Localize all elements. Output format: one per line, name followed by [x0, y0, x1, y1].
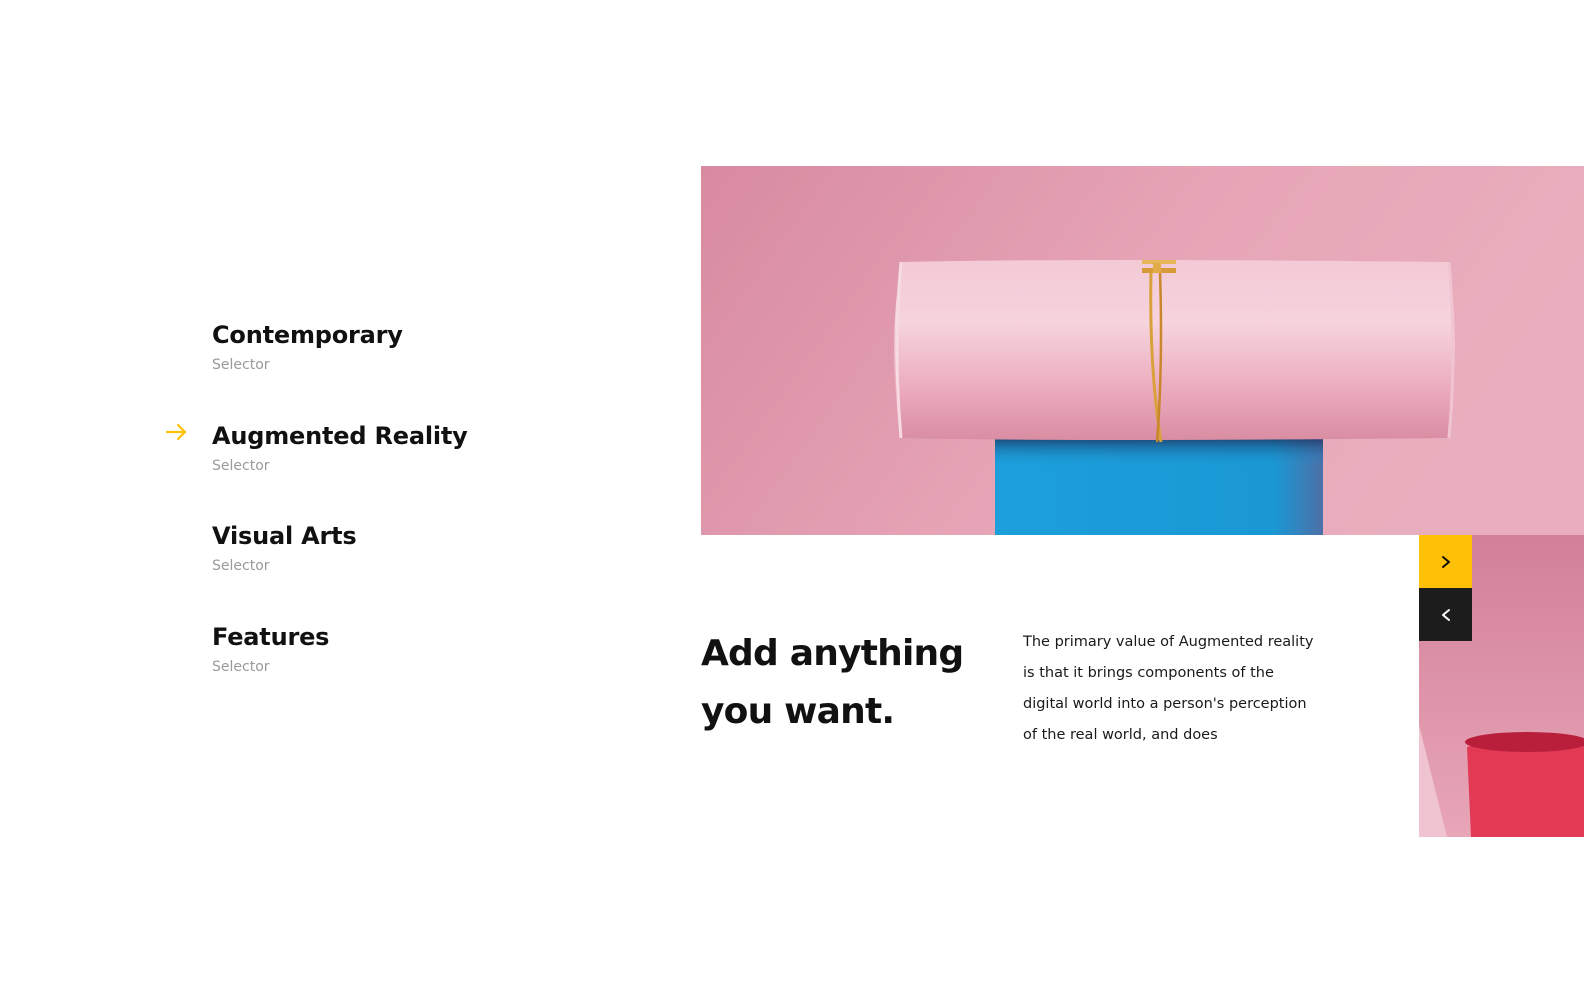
next-slide-button[interactable]	[1419, 535, 1472, 588]
menu-item-features[interactable]: Features Selector	[212, 622, 592, 692]
menu-item-subtitle: Selector	[212, 458, 270, 474]
menu-item-contemporary[interactable]: Contemporary Selector	[212, 320, 592, 390]
previous-slide-button[interactable]	[1419, 588, 1472, 641]
selector-menu: Contemporary Selector Augmented Reality …	[0, 0, 640, 1002]
slide-image	[701, 166, 1584, 535]
menu-item-title: Features	[212, 623, 330, 651]
slide-description: The primary value of Augmented reality i…	[1023, 634, 1314, 743]
arrow-right-icon	[166, 423, 187, 441]
menu-item-title: Visual Arts	[212, 522, 357, 550]
chevron-right-icon	[1441, 555, 1450, 568]
menu-item-subtitle: Selector	[212, 659, 270, 675]
menu-item-title: Augmented Reality	[212, 422, 468, 450]
menu-item-augmented-reality[interactable]: Augmented Reality Selector	[212, 421, 592, 491]
menu-item-subtitle: Selector	[212, 558, 270, 574]
slide-title: Add anything you want.	[701, 633, 964, 732]
menu-item-subtitle: Selector	[212, 357, 270, 373]
chevron-left-icon	[1441, 608, 1450, 621]
menu-item-visual-arts[interactable]: Visual Arts Selector	[212, 521, 592, 591]
menu-item-title: Contemporary	[212, 321, 403, 349]
